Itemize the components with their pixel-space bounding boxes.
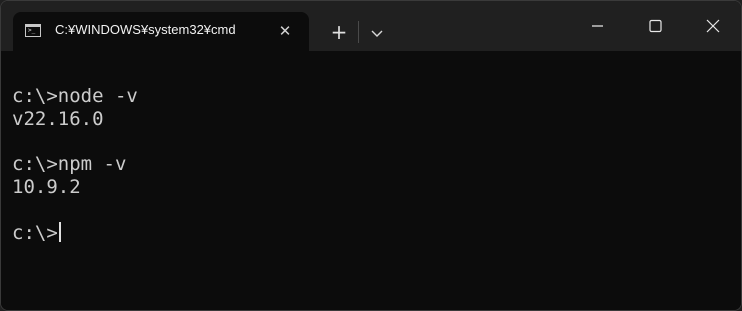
new-tab-button[interactable]: + xyxy=(323,19,355,47)
tab-close-button[interactable]: ✕ xyxy=(275,21,295,41)
tab-divider xyxy=(358,21,359,43)
terminal-prompt-line[interactable]: c:\> xyxy=(12,222,61,244)
chevron-down-icon xyxy=(371,30,383,37)
tab-title: C:¥WINDOWS¥system32¥cmd xyxy=(55,22,236,37)
terminal-line: c:\>npm -v xyxy=(12,153,127,175)
plus-icon: + xyxy=(330,20,348,44)
title-bar[interactable]: >_ C:¥WINDOWS¥system32¥cmd ✕ + xyxy=(1,1,741,51)
maximize-button[interactable] xyxy=(626,1,684,51)
close-window-button[interactable] xyxy=(684,1,741,51)
text-cursor xyxy=(58,222,61,242)
minimize-button[interactable] xyxy=(568,1,626,51)
terminal-line: v22.16.0 xyxy=(12,108,104,130)
tab-cmd[interactable]: >_ C:¥WINDOWS¥system32¥cmd ✕ xyxy=(13,12,309,51)
minimize-icon xyxy=(592,25,603,27)
terminal-line: c:\>node -v xyxy=(12,85,138,107)
terminal-output[interactable]: c:\>node -v v22.16.0 c:\>npm -v 10.9.2 c… xyxy=(1,51,741,310)
close-icon: ✕ xyxy=(278,22,292,40)
tab-dropdown-button[interactable] xyxy=(363,19,391,47)
terminal-line: 10.9.2 xyxy=(12,176,81,198)
maximize-icon xyxy=(649,19,662,33)
cmd-icon: >_ xyxy=(25,24,41,37)
prompt-text: c:\> xyxy=(12,222,58,244)
close-icon xyxy=(706,19,720,33)
terminal-window: >_ C:¥WINDOWS¥system32¥cmd ✕ + c:\>node … xyxy=(0,0,742,311)
